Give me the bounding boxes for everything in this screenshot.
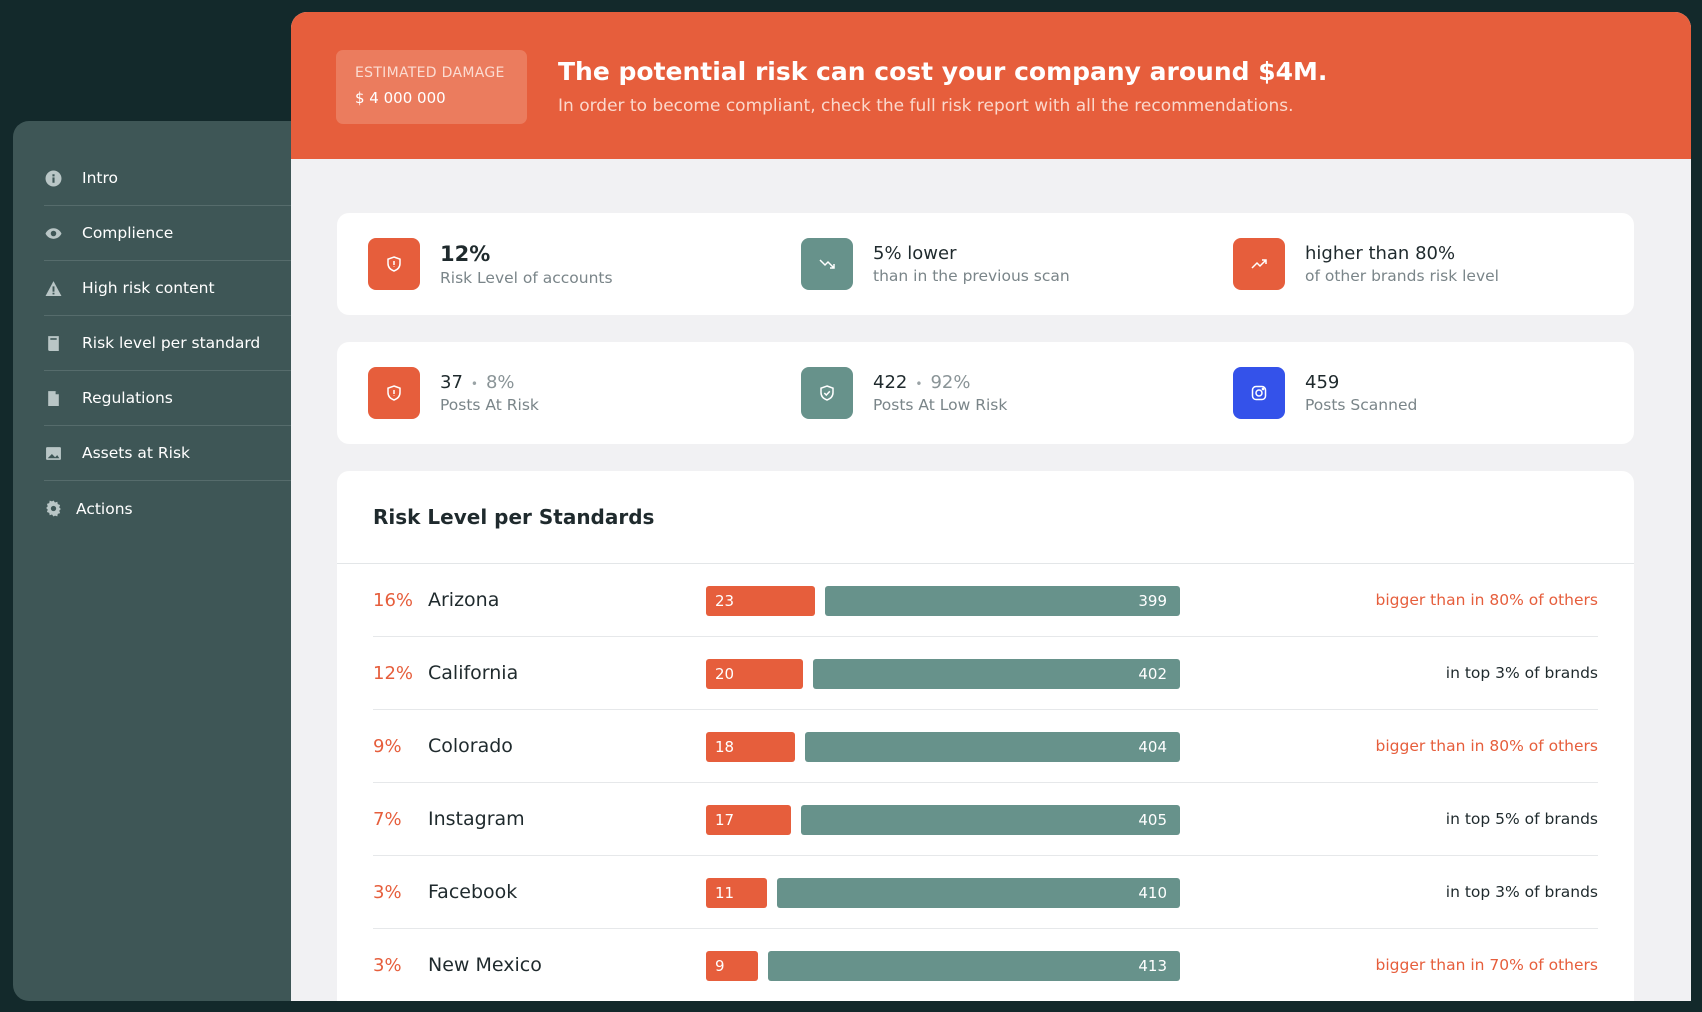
stat-risk-level: 12% Risk Level of accounts	[368, 238, 613, 290]
sidebar-item-complience[interactable]: Complience	[44, 206, 313, 261]
low-risk-bar: 402	[813, 659, 1180, 689]
estimated-damage-value: $ 4 000 000	[355, 89, 446, 107]
stats-card-top: 12% Risk Level of accounts 5% lower than…	[337, 213, 1634, 315]
banner-title: The potential risk can cost your company…	[558, 57, 1328, 86]
stat-count: 422	[873, 372, 908, 393]
stat-count: 37	[440, 372, 463, 393]
risk-row-note: in top 3% of brands	[1445, 883, 1598, 901]
risk-level-title: Risk Level per Standards	[373, 505, 655, 529]
risk-row-percent: 9%	[373, 736, 402, 757]
risk-row-name: New Mexico	[428, 954, 542, 976]
gear-icon	[44, 500, 62, 518]
trend-down-icon	[801, 238, 853, 290]
shield-alert-icon	[368, 238, 420, 290]
trend-up-icon	[1233, 238, 1285, 290]
risk-row[interactable]: 7% Instagram 17 405 in top 5% of brands	[373, 783, 1598, 856]
risk-row-percent: 3%	[373, 882, 402, 903]
sidebar-item-label: Risk level per standard	[82, 334, 261, 352]
risk-row-name: Instagram	[428, 808, 525, 830]
risk-row-note: in top 3% of brands	[1445, 664, 1598, 682]
sidebar: Intro Complience High risk content Risk …	[13, 121, 313, 1001]
risk-row-percent: 3%	[373, 955, 402, 976]
instagram-icon	[1233, 367, 1285, 419]
stat-label: than in the previous scan	[873, 267, 1070, 285]
stat-count: 459	[1305, 372, 1340, 393]
risk-row[interactable]: 16% Arizona 23 399 bigger than in 80% of oth…	[373, 564, 1598, 637]
at-risk-bar: 23	[706, 586, 815, 616]
stat-label: Risk Level of accounts	[440, 268, 613, 287]
sidebar-item-label: Intro	[82, 169, 118, 187]
estimated-damage-title: ESTIMATED DAMAGE	[355, 65, 505, 81]
shield-alert-icon	[368, 367, 420, 419]
stat-value: higher than 80%	[1305, 243, 1456, 264]
risk-row[interactable]: 9% Colorado 18 404 bigger than in 80% of oth…	[373, 710, 1598, 783]
sidebar-item-high-risk-content[interactable]: High risk content	[44, 261, 313, 316]
stats-card-bottom: 37 • 8% Posts At Risk 422 • 92% Posts At Low…	[337, 342, 1634, 444]
low-risk-bar: 413	[768, 951, 1180, 981]
banner-subtitle: In order to become compliant, check the …	[558, 96, 1294, 116]
main-panel: ESTIMATED DAMAGE $ 4 000 000 The potenti…	[291, 12, 1691, 1001]
risk-row-percent: 7%	[373, 809, 402, 830]
damage-banner: ESTIMATED DAMAGE $ 4 000 000 The potenti…	[291, 12, 1691, 159]
sidebar-item-actions[interactable]: Actions	[44, 481, 313, 536]
sidebar-item-label: Regulations	[82, 389, 173, 407]
stat-posts-scanned: 459 Posts Scanned	[1233, 367, 1417, 419]
low-risk-bar: 399	[825, 586, 1180, 616]
stat-posts-at-risk: 37 • 8% Posts At Risk	[368, 367, 539, 419]
stat-label: Posts At Low Risk	[873, 396, 1008, 414]
sidebar-item-label: Actions	[76, 499, 133, 518]
stat-label: Posts Scanned	[1305, 396, 1418, 414]
risk-row-percent: 16%	[373, 590, 414, 611]
risk-row[interactable]: 3% Facebook 11 410 in top 3% of brands	[373, 856, 1598, 929]
image-icon	[44, 444, 62, 462]
risk-row[interactable]: 3% New Mexico 9 413 bigger than in 70% of ot…	[373, 929, 1598, 1001]
risk-row-note: in top 5% of brands	[1445, 810, 1598, 828]
estimated-damage-box: ESTIMATED DAMAGE $ 4 000 000	[336, 50, 527, 124]
sidebar-item-risk-level-per-standard[interactable]: Risk level per standard	[44, 316, 313, 371]
warning-icon	[44, 279, 62, 297]
stat-percent: 92%	[930, 372, 971, 393]
stat-posts-low-risk: 422 • 92% Posts At Low Risk	[801, 367, 1007, 419]
stat-percent: 8%	[485, 372, 515, 393]
sidebar-item-label: High risk content	[82, 279, 215, 297]
risk-row-note: bigger than in 80% of others	[1375, 737, 1598, 755]
stat-label: Posts At Risk	[440, 396, 539, 414]
sidebar-item-label: Assets at Risk	[82, 444, 191, 462]
separator-dot: •	[915, 377, 923, 391]
at-risk-bar: 11	[706, 878, 767, 908]
stat-value: 5% lower	[873, 243, 957, 264]
at-risk-bar: 9	[706, 951, 758, 981]
risk-level-card: Risk Level per Standards 16% Arizona 23 399…	[337, 471, 1634, 1001]
sidebar-item-regulations[interactable]: Regulations	[44, 371, 313, 426]
stat-value: 12%	[440, 241, 491, 266]
risk-rows: 16% Arizona 23 399 bigger than in 80% of oth…	[373, 564, 1598, 1001]
risk-row-name: Facebook	[428, 881, 518, 903]
risk-row-percent: 12%	[373, 663, 414, 684]
separator-dot: •	[470, 377, 478, 391]
sidebar-item-intro[interactable]: Intro	[44, 151, 313, 206]
low-risk-bar: 404	[805, 732, 1180, 762]
risk-row-note: bigger than in 70% of others	[1375, 956, 1598, 974]
risk-row-name: Arizona	[428, 589, 500, 611]
at-risk-bar: 20	[706, 659, 803, 689]
document-icon	[44, 389, 62, 407]
stat-other-brands: higher than 80% of other brands risk lev…	[1233, 238, 1499, 290]
sidebar-item-label: Complience	[82, 224, 174, 242]
at-risk-bar: 18	[706, 732, 795, 762]
sidebar-nav: Intro Complience High risk content Risk …	[13, 151, 313, 536]
risk-row-name: Colorado	[428, 735, 513, 757]
info-icon	[44, 169, 62, 187]
shield-check-icon	[801, 367, 853, 419]
low-risk-bar: 405	[801, 805, 1180, 835]
risk-row[interactable]: 12% California 20 402 in top 3% of brands	[373, 637, 1598, 710]
risk-row-note: bigger than in 80% of others	[1375, 591, 1598, 609]
book-icon	[44, 334, 62, 352]
at-risk-bar: 17	[706, 805, 791, 835]
risk-row-name: California	[428, 662, 519, 684]
sidebar-item-assets-at-risk[interactable]: Assets at Risk	[44, 426, 313, 481]
stat-previous-scan: 5% lower than in the previous scan	[801, 238, 1070, 290]
low-risk-bar: 410	[777, 878, 1180, 908]
eye-icon	[44, 224, 62, 242]
stat-label: of other brands risk level	[1305, 267, 1499, 285]
